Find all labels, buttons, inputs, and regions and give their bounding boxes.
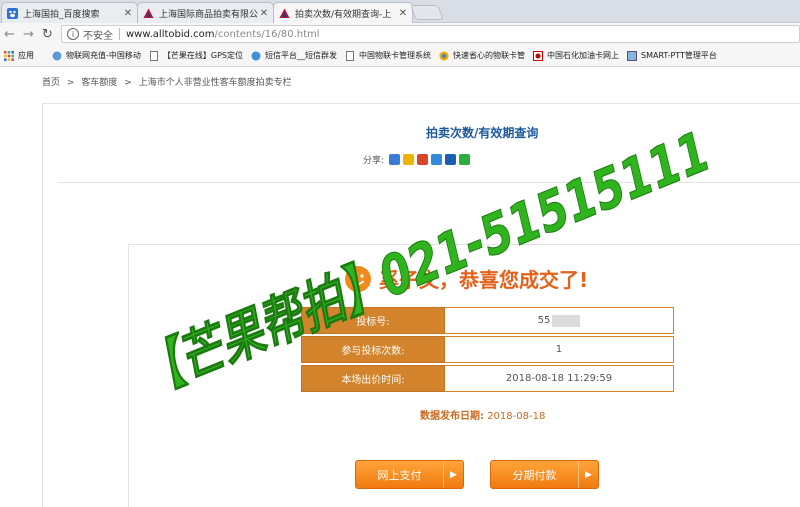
- bookmark-mango-gps[interactable]: 【芒果在线】GPS定位: [149, 50, 243, 61]
- breadcrumb-separator: >: [124, 78, 132, 88]
- smile-icon: [345, 265, 371, 292]
- sms-logo-icon: [251, 51, 261, 61]
- play-arrow-icon: ▶: [578, 461, 598, 488]
- share-label: 分享:: [363, 156, 385, 166]
- result-table: 投标号: 55 参与投标次数: 1 本场出价时间: 2018-08-18 11:…: [301, 307, 674, 394]
- info-icon[interactable]: i: [67, 28, 79, 40]
- forward-arrow-icon[interactable]: →: [19, 25, 38, 44]
- row-label: 投标号:: [301, 307, 445, 334]
- tab-title: 上海国拍_百度搜索: [23, 9, 100, 20]
- globe-icon: [52, 51, 62, 61]
- share-bar: 分享:: [363, 153, 471, 166]
- breadcrumb-column[interactable]: 上海市个人非营业性客车额度拍卖专栏: [139, 78, 292, 88]
- breadcrumb: 首页 > 客车额度 > 上海市个人非营业性客车额度拍卖专栏: [42, 75, 296, 88]
- url-host: www.alltobid.com: [126, 28, 215, 40]
- bookmark-label: 短信平台__短信群发: [265, 51, 337, 60]
- row-label: 参与投标次数:: [301, 336, 445, 363]
- page-icon: [149, 50, 159, 61]
- breadcrumb-separator: >: [66, 78, 75, 88]
- sinopec-logo-icon: [533, 50, 543, 61]
- address-bar[interactable]: i 不安全 www.alltobid.com /contents/16/80.h…: [61, 25, 800, 43]
- share-wechat-icon[interactable]: [459, 154, 471, 165]
- back-arrow-icon[interactable]: ←: [0, 25, 19, 44]
- row-value: 1: [445, 336, 674, 363]
- apps-grid-icon: [4, 50, 14, 61]
- security-label: 不安全: [83, 30, 113, 42]
- ptt-logo-icon: [627, 50, 637, 61]
- bookmark-label: 应用: [18, 51, 34, 60]
- address-toolbar: ← → ↻ i 不安全 www.alltobid.com /contents/1…: [0, 23, 800, 45]
- row-value: 2018-08-18 11:29:59: [445, 365, 674, 392]
- bid-number: 55: [537, 315, 551, 326]
- bookmark-sinopec-card[interactable]: 中国石化加油卡网上: [533, 50, 619, 61]
- bookmark-label: 快速省心的物联卡管: [453, 51, 525, 60]
- breadcrumb-home[interactable]: 首页: [42, 78, 60, 88]
- tab-auction-query[interactable]: 拍卖次数/有效期查询-上 ✕: [273, 2, 413, 24]
- bookmark-label: 中国物联卡管理系统: [359, 51, 431, 60]
- button-label: 网上支付: [377, 468, 422, 482]
- bookmarks-bar: 应用 物联网充值-中国移动 【芒果在线】GPS定位 短信平台__短信群发 中国物…: [0, 45, 800, 67]
- triangle-logo-icon: [143, 8, 154, 19]
- tab-close-icon[interactable]: ✕: [258, 8, 270, 19]
- table-row: 本场出价时间: 2018-08-18 11:29:59: [301, 365, 674, 392]
- omnibox-divider: [119, 28, 120, 40]
- row-value: 55: [445, 307, 674, 334]
- share-more-icon[interactable]: [389, 154, 401, 165]
- title-divider: [58, 182, 800, 183]
- bookmark-iot-recharge[interactable]: 物联网充值-中国移动: [52, 50, 141, 61]
- bookmark-label: 中国石化加油卡网上: [547, 51, 619, 60]
- tab-title: 上海国际商品拍卖有限公: [159, 9, 258, 20]
- tab-close-icon[interactable]: ✕: [397, 8, 409, 19]
- tab-baidu-search[interactable]: 上海国拍_百度搜索 ✕: [1, 2, 138, 23]
- online-pay-button[interactable]: 网上支付 ▶: [355, 460, 464, 489]
- installment-button[interactable]: 分期付款 ▶: [490, 460, 599, 489]
- bookmark-smart-ptt[interactable]: SMART-PTT管理平台: [627, 50, 717, 61]
- tab-close-icon[interactable]: ✕: [122, 8, 134, 19]
- table-row: 投标号: 55: [301, 307, 674, 334]
- bookmark-apps[interactable]: 应用: [4, 50, 34, 61]
- baidu-paw-icon: [7, 7, 18, 19]
- reload-icon[interactable]: ↻: [38, 25, 57, 44]
- page-title: 拍卖次数/有效期查询: [426, 126, 539, 140]
- publish-date-label: 数据发布日期:: [420, 411, 484, 422]
- publish-date: 数据发布日期: 2018-08-18: [420, 407, 545, 422]
- breadcrumb-quota[interactable]: 客车额度: [81, 78, 117, 88]
- share-weibo-icon[interactable]: [417, 154, 429, 165]
- congrats-text: 奚子文，恭喜您成交了!: [379, 268, 589, 292]
- share-renren-icon[interactable]: [445, 154, 457, 165]
- pinwheel-icon: [439, 51, 449, 61]
- tab-title: 拍卖次数/有效期查询-上: [295, 10, 392, 20]
- new-tab-button[interactable]: [410, 5, 444, 20]
- publish-date-value: 2018-08-18: [487, 411, 546, 422]
- tab-auction-company[interactable]: 上海国际商品拍卖有限公 ✕: [137, 2, 274, 23]
- row-label: 本场出价时间:: [301, 365, 445, 392]
- url-path: /contents/16/80.html: [214, 28, 320, 40]
- bookmark-label: 【芒果在线】GPS定位: [162, 51, 243, 60]
- share-tencent-icon[interactable]: [431, 154, 443, 165]
- bookmark-label: 物联网充值-中国移动: [66, 51, 141, 60]
- bookmark-iot-card-system[interactable]: 中国物联卡管理系统: [345, 50, 431, 61]
- table-row: 参与投标次数: 1: [301, 336, 674, 363]
- page-icon: [345, 50, 355, 61]
- share-qzone-icon[interactable]: [403, 154, 415, 165]
- redacted-block: [552, 314, 581, 327]
- button-label: 分期付款: [512, 468, 557, 482]
- bookmark-label: SMART-PTT管理平台: [641, 51, 717, 60]
- triangle-logo-icon: [279, 8, 290, 19]
- bookmark-iot-card-mgmt[interactable]: 快速省心的物联卡管: [439, 50, 525, 61]
- play-arrow-icon: ▶: [443, 461, 463, 488]
- tab-strip: 上海国拍_百度搜索 ✕ 上海国际商品拍卖有限公 ✕ 拍卖次数/有效期查询-上 ✕: [0, 0, 800, 24]
- congrats-heading: 奚子文，恭喜您成交了!: [345, 264, 588, 293]
- browser-window: 上海国拍_百度搜索 ✕ 上海国际商品拍卖有限公 ✕ 拍卖次数/有效期查询-上 ✕…: [0, 0, 800, 507]
- bookmark-sms-platform[interactable]: 短信平台__短信群发: [251, 50, 337, 61]
